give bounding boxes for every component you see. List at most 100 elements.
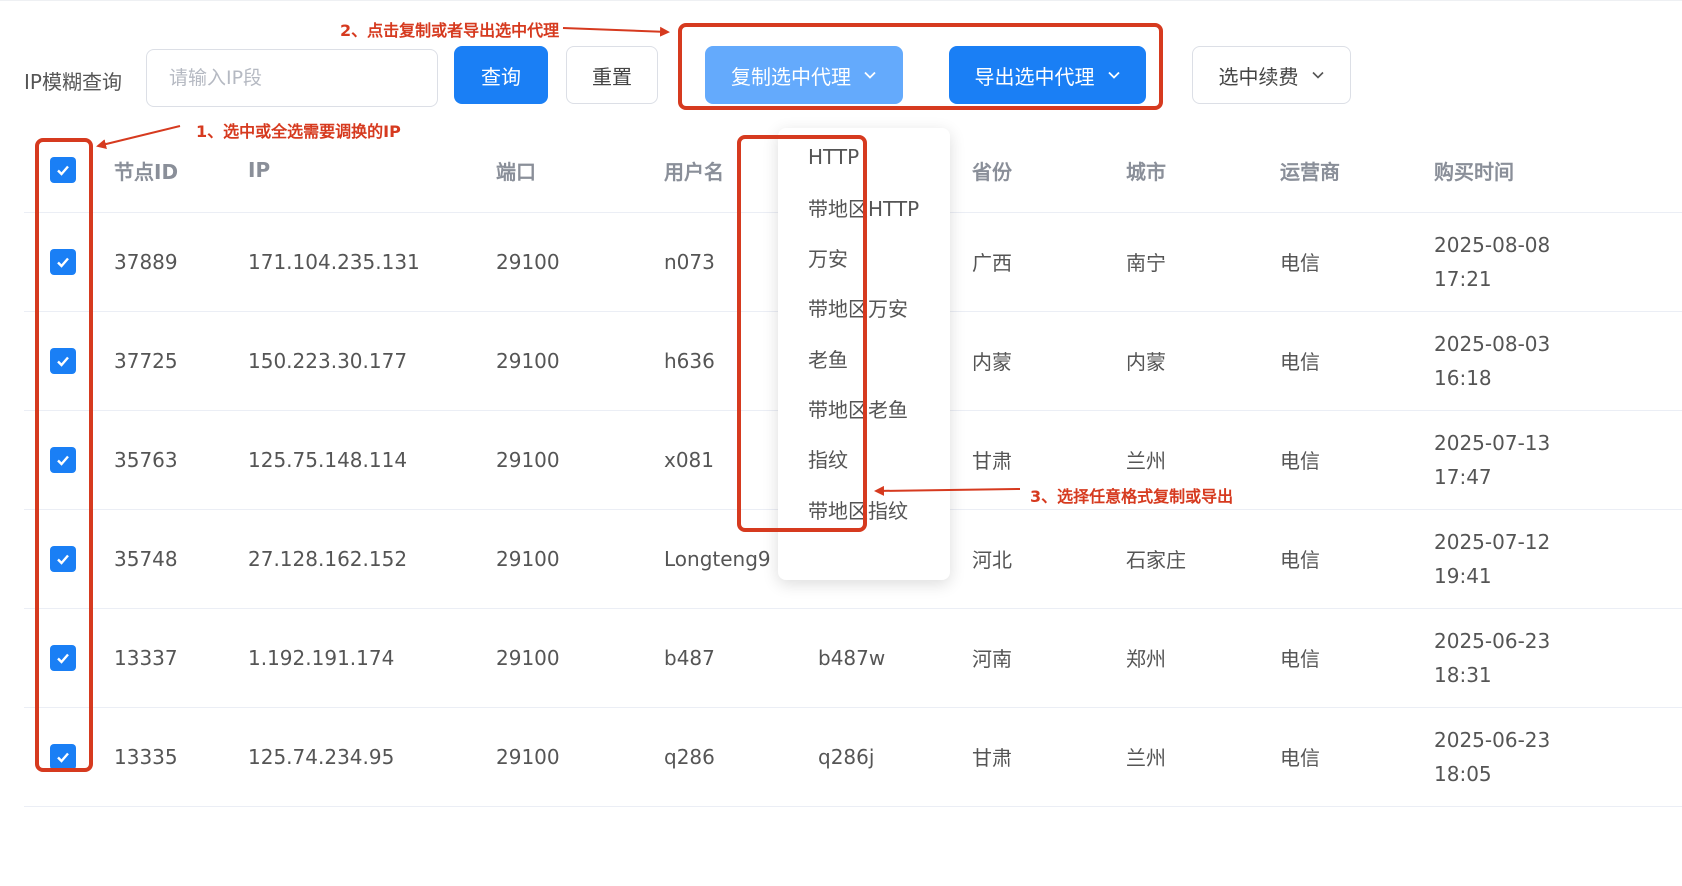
renew-selected-button[interactable]: 选中续费 — [1192, 46, 1351, 104]
query-button-label: 查询 — [481, 64, 521, 89]
cell-purchase-time: 2025-06-23 18:31 — [1434, 608, 1550, 707]
purchase-clock: 17:21 — [1434, 266, 1492, 291]
cell-province: 广西 — [972, 251, 1012, 275]
purchase-clock: 18:05 — [1434, 761, 1492, 786]
cell-carrier: 电信 — [1280, 548, 1320, 572]
arrow-step-2 — [562, 26, 670, 37]
header-port: 端口 — [496, 159, 536, 184]
cell-username: Longteng9 — [664, 546, 771, 571]
cell-carrier: 电信 — [1280, 647, 1320, 671]
header-province: 省份 — [972, 159, 1012, 184]
cell-ip: 27.128.162.152 — [248, 546, 408, 571]
annotation-step-3: 3、选择任意格式复制或导出 — [1030, 487, 1234, 506]
row-checkbox[interactable] — [50, 545, 76, 572]
purchase-clock: 19:41 — [1434, 563, 1492, 588]
chevron-down-icon — [1107, 68, 1121, 82]
check-icon — [57, 165, 69, 176]
cell-city: 兰州 — [1126, 746, 1166, 770]
export-selected-proxy-label: 导出选中代理 — [974, 64, 1095, 89]
proxy-format-dropdown: HTTP 带地区HTTP 万安带地区万安老鱼带地区老鱼指纹带地区指纹 — [778, 128, 950, 580]
cell-password: q286j — [818, 744, 875, 769]
cell-node-id: 37889 — [114, 249, 178, 274]
check-icon — [57, 455, 69, 466]
purchase-date: 2025-06-23 — [1434, 628, 1551, 653]
cell-node-id: 13335 — [114, 744, 178, 769]
cell-username: h636 — [664, 348, 715, 373]
reset-button[interactable]: 重置 — [566, 46, 658, 104]
copy-selected-proxy-label: 复制选中代理 — [731, 64, 851, 89]
purchase-clock: 16:18 — [1434, 365, 1492, 390]
cell-username: x081 — [664, 447, 715, 472]
cell-ip: 125.75.148.114 — [248, 447, 408, 472]
check-icon — [57, 653, 69, 664]
cell-port: 29100 — [496, 645, 560, 670]
cell-username: q286 — [664, 744, 715, 769]
check-icon — [57, 257, 69, 268]
page: IP模糊查询 查询 重置 复制选中代理 导出选中代理 选中续费 节点ID IP … — [0, 0, 1682, 886]
select-all-checkbox[interactable] — [50, 157, 76, 183]
cell-city: 郑州 — [1126, 647, 1166, 671]
row-checkbox[interactable] — [50, 743, 76, 770]
header-city: 城市 — [1126, 159, 1166, 184]
cell-carrier: 电信 — [1280, 251, 1320, 275]
chevron-down-icon — [863, 68, 877, 82]
row-checkbox[interactable] — [50, 347, 76, 374]
purchase-date: 2025-08-08 — [1434, 232, 1551, 257]
cell-province: 河南 — [972, 647, 1012, 671]
purchase-clock: 17:47 — [1434, 464, 1492, 489]
cell-port: 29100 — [496, 447, 560, 472]
cell-ip: 171.104.235.131 — [248, 249, 420, 274]
ip-search-input[interactable] — [146, 49, 438, 107]
cell-node-id: 37725 — [114, 348, 178, 373]
menu-item-format[interactable]: 带地区HTTP — [808, 187, 919, 227]
cell-city: 内蒙 — [1126, 350, 1166, 374]
menu-item-format[interactable]: HTTP — [808, 137, 859, 177]
cell-province: 甘肃 — [972, 449, 1012, 473]
cell-purchase-time: 2025-08-03 16:18 — [1434, 311, 1550, 410]
export-selected-proxy-button[interactable]: 导出选中代理 — [949, 46, 1146, 104]
cell-port: 29100 — [496, 744, 560, 769]
row-checkbox[interactable] — [50, 248, 76, 275]
check-icon — [57, 752, 69, 763]
header-carrier: 运营商 — [1280, 159, 1340, 184]
table-row: 13335 125.74.234.95 29100 q286 q286j 甘肃 兰州 电信 20… — [24, 707, 1682, 807]
cell-node-id: 35748 — [114, 546, 178, 571]
annotation-step-1: 1、选中或全选需要调换的IP — [196, 122, 401, 141]
cell-port: 29100 — [496, 546, 560, 571]
cell-purchase-time: 2025-07-12 19:41 — [1434, 509, 1550, 608]
menu-item-format[interactable]: 指纹 — [808, 439, 848, 479]
menu-item-format[interactable]: 万安 — [808, 238, 848, 278]
cell-node-id: 35763 — [114, 447, 178, 472]
cell-ip: 125.74.234.95 — [248, 744, 395, 769]
menu-item-format[interactable]: 带地区老鱼 — [808, 389, 908, 429]
cell-purchase-time: 2025-07-13 17:47 — [1434, 410, 1550, 509]
cell-ip: 1.192.191.174 — [248, 645, 395, 670]
cell-province: 甘肃 — [972, 746, 1012, 770]
cell-port: 29100 — [496, 249, 560, 274]
cell-carrier: 电信 — [1280, 350, 1320, 374]
purchase-date: 2025-08-03 — [1434, 331, 1551, 356]
purchase-date: 2025-07-13 — [1434, 430, 1551, 455]
cell-city: 南宁 — [1126, 251, 1166, 275]
row-checkbox[interactable] — [50, 446, 76, 473]
cell-username: b487 — [664, 645, 715, 670]
cell-city: 石家庄 — [1126, 548, 1186, 572]
ip-filter-label: IP模糊查询 — [24, 70, 122, 94]
cell-node-id: 13337 — [114, 645, 178, 670]
row-checkbox[interactable] — [50, 644, 76, 671]
menu-item-format[interactable]: 老鱼 — [808, 338, 848, 378]
check-icon — [57, 356, 69, 367]
header-purchase-time: 购买时间 — [1434, 159, 1514, 184]
copy-selected-proxy-button[interactable]: 复制选中代理 — [705, 46, 903, 104]
purchase-date: 2025-07-12 — [1434, 529, 1551, 554]
renew-selected-label: 选中续费 — [1218, 64, 1299, 89]
cell-province: 河北 — [972, 548, 1012, 572]
cell-port: 29100 — [496, 348, 560, 373]
query-button[interactable]: 查询 — [454, 46, 548, 104]
menu-item-format[interactable]: 带地区指纹 — [808, 489, 908, 529]
reset-button-label: 重置 — [592, 64, 632, 89]
menu-item-format[interactable]: 带地区万安 — [808, 288, 908, 328]
purchase-date: 2025-06-23 — [1434, 727, 1551, 752]
header-username: 用户名 — [664, 159, 724, 184]
cell-province: 内蒙 — [972, 350, 1012, 374]
